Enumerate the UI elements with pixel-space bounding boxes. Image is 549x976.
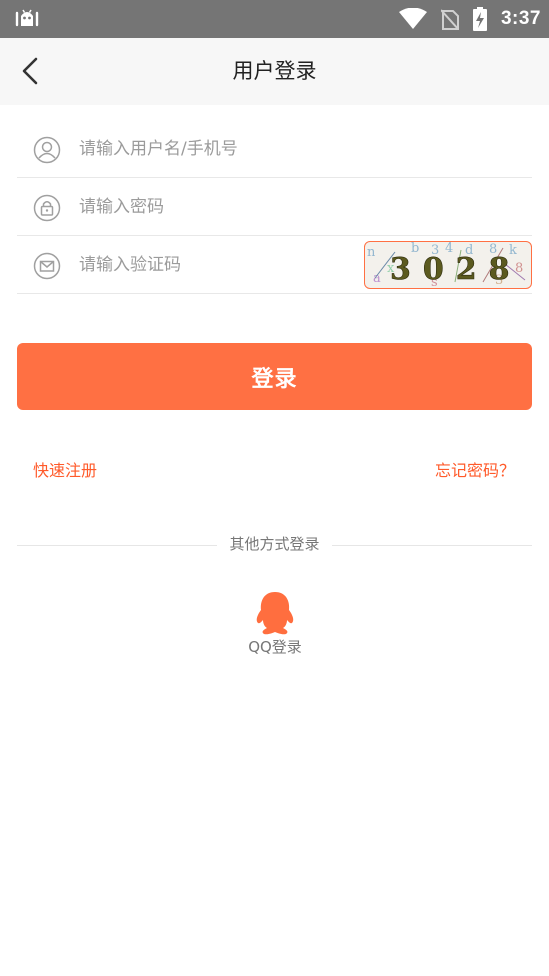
forgot-password-link[interactable]: 忘记密码？ [435,457,515,481]
qq-login-label: QQ登录 [248,638,302,656]
clock-time: 3:37 [500,8,541,29]
username-input[interactable] [79,132,359,166]
android-debug-icon [15,9,39,27]
page-title: 用户登录 [232,59,317,83]
app-bar: 用户登录 [0,38,549,105]
svg-text:n: n [367,245,376,260]
captcha-image[interactable]: nb3 4d8 ka s3 8x 3028 [364,241,532,289]
user-icon [33,136,61,164]
captcha-row: nb3 4d8 ka s3 8x 3028 [17,236,532,294]
captcha-text: 3028 [390,252,522,287]
svg-text:a: a [373,271,381,286]
qq-penguin-icon [256,592,294,635]
password-row [17,178,532,236]
other-login-heading: 其他方式登录 [229,535,320,553]
no-sim-icon [440,9,459,30]
login-button[interactable]: 登录 [17,343,532,410]
password-input[interactable] [79,190,359,224]
divider-right [332,545,532,546]
lock-icon [33,194,61,222]
username-row [17,120,532,178]
status-bar: 3:37 [0,0,549,38]
qq-login-button[interactable]: QQ登录 [234,590,316,660]
envelope-icon [33,252,61,280]
wifi-icon [398,8,427,29]
quick-register-link[interactable]: 快速注册 [33,457,97,481]
captcha-input[interactable] [79,248,349,282]
battery-charging-icon [472,7,487,31]
